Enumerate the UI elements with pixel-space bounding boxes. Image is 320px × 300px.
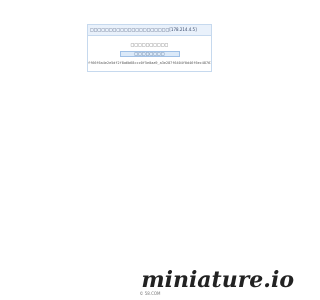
- notice-message: □□□□□□□□□□: [130, 42, 169, 47]
- watermark-logo: miniature.io: [141, 267, 294, 293]
- notice-header: □□□□□□□□□□□□□□□□□□□□□[178.214.4.5]: [88, 25, 211, 36]
- request-token: ff66f6a4e2e5df2f8a6b68ccc0f5e0aa9_a3e287…: [88, 61, 211, 65]
- verify-button[interactable]: □□□□□□□□: [119, 51, 180, 57]
- verification-notice: □□□□□□□□□□□□□□□□□□□□□[178.214.4.5] □□□□□…: [87, 24, 212, 72]
